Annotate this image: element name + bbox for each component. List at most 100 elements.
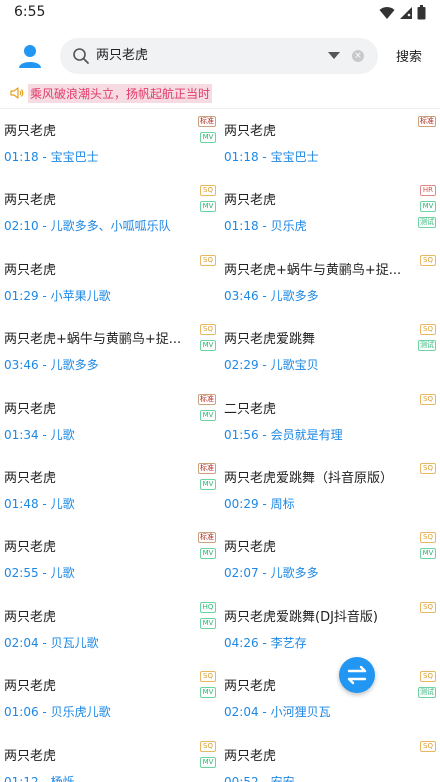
badge-test: 测试 <box>418 217 436 229</box>
meta-separator: - <box>258 635 271 650</box>
song-duration: 01:06 <box>4 705 39 720</box>
song-artist: 安安 <box>270 774 295 782</box>
quality-badges: SQ MV <box>200 740 216 768</box>
song-duration: 01:29 <box>4 288 39 303</box>
song-title: 两只老虎 <box>224 679 277 695</box>
song-title: 两只老虎爱跳舞(DJ抖音版) <box>224 609 378 625</box>
song-item[interactable]: 两只老虎 02:55 - 儿歌 标准 MV <box>0 526 220 595</box>
song-meta: 01:12 - 杨烁 <box>4 773 75 782</box>
badge-mv: MV <box>200 617 216 629</box>
song-title: 两只老虎 <box>224 748 277 764</box>
song-item[interactable]: 两只老虎 01:29 - 小苹果儿歌 SQ <box>0 249 220 318</box>
song-title: 两只老虎 <box>4 609 57 625</box>
song-item[interactable]: 两只老虎+蜗牛与黄鹂鸟+捉... 03:46 - 儿歌多多 SQ <box>220 249 440 318</box>
song-item[interactable]: 两只老虎 02:10 - 儿歌多多、小呱呱乐队 SQ MV <box>0 179 220 248</box>
quality-badges: SQ MV <box>200 671 216 699</box>
meta-separator: - <box>38 774 51 782</box>
song-item[interactable]: 二只老虎 01:56 - 会员就是有理 SQ <box>220 388 440 457</box>
song-item[interactable]: 两只老虎 01:18 - 宝宝巴士 标准 MV <box>0 110 220 179</box>
meta-separator: - <box>38 635 51 650</box>
quality-badges: 标准 MV <box>198 463 216 490</box>
song-artist: 宝宝巴士 <box>270 150 319 164</box>
song-duration: 00:52 <box>224 774 259 782</box>
song-duration: 02:55 <box>4 566 39 581</box>
wifi-icon <box>379 6 395 19</box>
badge-mv: MV <box>200 687 216 699</box>
song-item[interactable]: 两只老虎 01:18 - 贝乐虎 HR MV 测试 <box>220 179 440 248</box>
song-item[interactable]: 两只老虎 02:04 - 小河狸贝瓦 SQ 测试 <box>220 665 440 734</box>
song-item[interactable]: 两只老虎爱跳舞（抖音原版） 00:29 - 周标 SQ <box>220 457 440 526</box>
search-icon <box>73 48 89 64</box>
song-item[interactable]: 两只老虎 01:48 - 儿歌 标准 MV <box>0 457 220 526</box>
song-artist: 贝乐虎 <box>270 219 307 234</box>
song-item[interactable]: 两只老虎爱跳舞 02:29 - 儿歌宝贝 SQ 测试 <box>220 318 440 387</box>
badge-standard: 标准 <box>198 393 216 405</box>
search-button[interactable]: 搜索 <box>396 46 422 65</box>
song-meta: 02:10 - 儿歌多多、小呱呱乐队 <box>4 217 171 234</box>
meta-separator: - <box>38 497 51 511</box>
quality-badges: 标准 MV <box>198 393 216 421</box>
badge-mv: MV <box>200 548 216 560</box>
song-meta: 03:46 - 儿歌多多 <box>4 356 99 373</box>
song-duration: 01:18 <box>4 150 39 164</box>
song-meta: 00:29 - 周标 <box>224 495 295 512</box>
song-item[interactable]: 两只老虎 01:12 - 杨烁 SQ MV <box>0 735 220 782</box>
song-duration: 03:46 <box>4 358 39 373</box>
song-meta: 02:04 - 贝瓦儿歌 <box>4 634 99 651</box>
meta-separator: - <box>38 705 51 720</box>
badge-mv: MV <box>200 201 216 213</box>
badge-sq: SQ <box>200 324 216 336</box>
badge-sq: SQ <box>200 254 216 266</box>
badge-standard: 标准 <box>418 116 436 127</box>
song-artist: 儿歌多多 <box>270 288 319 303</box>
song-item[interactable]: 两只老虎 00:52 - 安安 SQ <box>220 735 440 782</box>
song-item[interactable]: 两只老虎+蜗牛与黄鹂鸟+捉... 03:46 - 儿歌多多 SQ MV <box>0 318 220 387</box>
song-artist: 贝乐虎儿歌 <box>50 705 111 720</box>
badge-sq: SQ <box>420 463 436 474</box>
notice-text: 乘风破浪潮头立，扬帆起航正当时 <box>28 84 213 103</box>
song-meta: 02:29 - 儿歌宝贝 <box>224 356 319 373</box>
meta-separator: - <box>38 358 51 373</box>
badge-hr: HR <box>420 185 436 197</box>
avatar-icon[interactable] <box>16 42 44 70</box>
search-input[interactable]: 两只老虎 <box>96 38 148 74</box>
badge-sq: SQ <box>200 740 216 752</box>
quality-badges: 标准 MV <box>198 116 216 143</box>
song-item[interactable]: 两只老虎 02:04 - 贝瓦儿歌 HQ MV <box>0 596 220 665</box>
song-duration: 02:04 <box>224 705 259 720</box>
badge-sq: SQ <box>200 185 216 197</box>
meta-separator: - <box>258 427 271 442</box>
song-title: 两只老虎 <box>4 401 57 417</box>
song-artist: 儿歌 <box>50 497 75 511</box>
song-meta: 02:04 - 小河狸贝瓦 <box>224 703 331 720</box>
quality-badges: SQ <box>200 254 216 266</box>
song-artist: 李艺存 <box>270 635 307 650</box>
song-artist: 周标 <box>270 497 295 511</box>
meta-separator: - <box>258 497 271 511</box>
song-artist: 宝宝巴士 <box>50 150 99 164</box>
song-title: 两只老虎 <box>224 124 277 139</box>
badge-standard: 标准 <box>198 116 216 127</box>
badge-mv: MV <box>420 548 436 560</box>
song-artist: 小苹果儿歌 <box>50 288 111 303</box>
dropdown-icon[interactable] <box>328 52 340 59</box>
badge-mv: MV <box>200 132 216 143</box>
song-item[interactable]: 两只老虎 02:07 - 儿歌多多 SQ MV <box>220 526 440 595</box>
song-duration: 01:18 <box>224 150 259 164</box>
badge-standard: 标准 <box>198 463 216 474</box>
song-duration: 01:34 <box>4 427 39 442</box>
song-duration: 00:29 <box>224 497 259 511</box>
song-duration: 04:26 <box>224 635 259 650</box>
meta-separator: - <box>258 150 271 164</box>
song-item[interactable]: 两只老虎 01:34 - 儿歌 标准 MV <box>0 388 220 457</box>
song-duration: 02:29 <box>224 358 259 373</box>
song-title: 两只老虎 <box>4 471 57 486</box>
badge-standard: 标准 <box>198 532 216 544</box>
song-item[interactable]: 两只老虎爱跳舞(DJ抖音版) 04:26 - 李艺存 SQ <box>220 596 440 665</box>
clear-icon[interactable]: × <box>352 50 364 62</box>
swap-button[interactable] <box>339 657 375 693</box>
meta-separator: - <box>258 566 271 581</box>
song-item[interactable]: 两只老虎 01:18 - 宝宝巴士 标准 <box>220 110 440 179</box>
search-box[interactable]: 两只老虎 × <box>60 38 378 74</box>
song-item[interactable]: 两只老虎 01:06 - 贝乐虎儿歌 SQ MV <box>0 665 220 734</box>
